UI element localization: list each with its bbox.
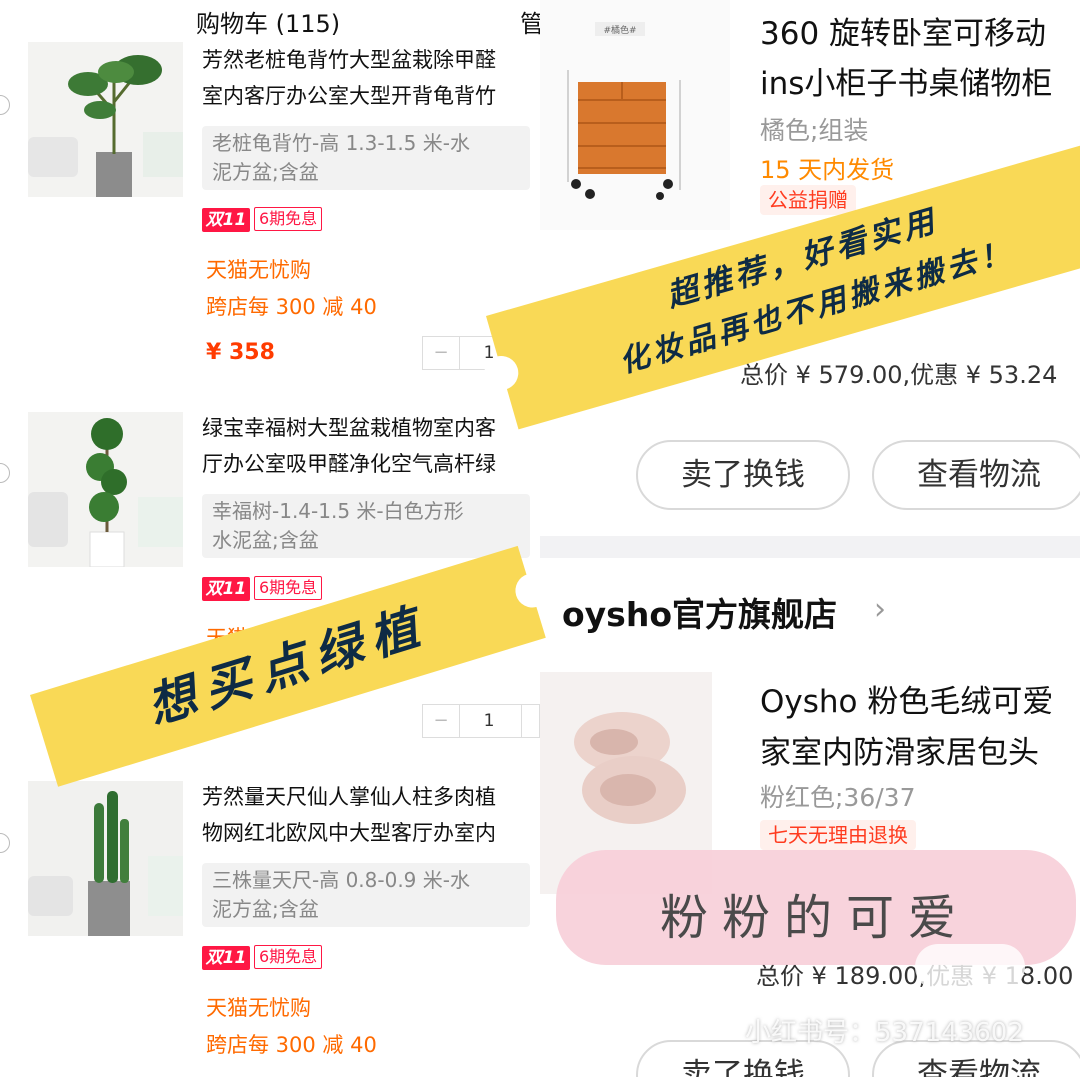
item-title[interactable]: 绿宝幸福树大型盆栽植物室内客 厅办公室吸甲醛净化空气高杆绿 [202, 410, 540, 482]
item-title-line: 绿宝幸福树大型盆栽植物室内客 [202, 416, 496, 440]
watermark: 小红书号：537143602 [745, 1018, 1024, 1048]
select-radio[interactable] [0, 463, 10, 483]
select-radio[interactable] [0, 833, 10, 853]
item-title[interactable]: 芳然老桩龟背竹大型盆栽除甲醛 室内客厅办公室大型开背龟背竹 [202, 42, 540, 114]
product-image-monstera[interactable] [28, 42, 183, 197]
promo-label: 天猫无忧购 [206, 258, 311, 282]
minus-button[interactable]: − [423, 337, 460, 369]
item-price: ¥ 358 [206, 340, 275, 365]
quantity-value[interactable]: 1 [459, 705, 519, 737]
sku-text: 三株量天尺-高 0.8-0.9 米-水 [212, 868, 470, 892]
cart-title: 购物车 (115) [196, 10, 341, 38]
sku-text: 老桩龟背竹-高 1.3-1.5 米-水 [212, 131, 470, 155]
item-title-line: 物网红北欧风中大型客厅办室内 [202, 821, 496, 845]
item-title-line: 室内客厅办公室大型开背龟背竹 [202, 84, 496, 108]
installment-badge: 6期免息 [254, 945, 323, 969]
sell-for-cash-button[interactable]: 卖了换钱 [636, 440, 850, 510]
item-title-line: 厅办公室吸甲醛净化空气高杆绿 [202, 452, 496, 476]
product-image-cactus[interactable] [28, 781, 183, 936]
order-total: 总价 ¥ 579.00,优惠 ¥ 53.24 [740, 361, 1058, 389]
chevron-right-icon[interactable]: › [874, 592, 886, 627]
sku-text: 泥方盆;含盆 [212, 160, 319, 184]
pink-caption: 粉粉的可爱 [659, 890, 970, 946]
order-spec: 粉红色;36/37 [760, 783, 916, 812]
order-title[interactable]: Oysho 粉色毛绒可爱 [760, 676, 1053, 721]
promo-label: 跨店每 300 减 40 [206, 295, 377, 319]
product-image-happy-tree[interactable] [28, 412, 183, 567]
charity-badge: 公益捐赠 [760, 185, 856, 215]
minus-button[interactable]: − [423, 705, 460, 737]
manage-button[interactable]: 管 [520, 4, 540, 39]
quantity-stepper[interactable]: − 1 [422, 704, 540, 738]
installment-badge: 6期免息 [254, 207, 323, 231]
installment-badge: 6期免息 [254, 576, 323, 600]
double11-badge: 双11 [202, 577, 250, 601]
order-title[interactable]: ins小柜子书桌储物柜 [760, 58, 1052, 103]
promo-label: 天猫无忧购 [206, 996, 311, 1020]
product-image-label: #橘色# [603, 24, 636, 36]
double11-badge: 双11 [202, 208, 250, 232]
shop-name[interactable]: oysho官方旗舰店 [562, 588, 837, 636]
promo-label: 跨店每 300 减 40 [206, 1033, 377, 1057]
double11-badge: 双11 [202, 946, 250, 970]
cart-panel: 购物车 (115) 管 芳然老桩龟背竹大型盆栽除甲醛 室内客厅办公室大型开背龟背… [0, 0, 540, 1077]
item-title[interactable]: 芳然量天尺仙人掌仙人柱多肉植 物网红北欧风中大型客厅办室内 [202, 779, 540, 851]
sku-text: 水泥盆;含盆 [212, 528, 319, 552]
product-image-cart-cabinet[interactable]: #橘色# [540, 0, 730, 230]
order-spec: 橘色;组装 [760, 116, 869, 145]
return-policy-badge: 七天无理由退换 [760, 820, 916, 850]
sku-text: 泥方盆;含盆 [212, 897, 319, 921]
sku-selector[interactable]: 幸福树-1.4-1.5 米-白色方形 水泥盆;含盆 [202, 494, 530, 558]
sku-text: 幸福树-1.4-1.5 米-白色方形 [212, 499, 464, 523]
select-radio[interactable] [0, 95, 10, 115]
view-logistics-button[interactable]: 查看物流 [872, 440, 1080, 510]
sku-selector[interactable]: 老桩龟背竹-高 1.3-1.5 米-水 泥方盆;含盆 [202, 126, 530, 190]
plus-button[interactable] [521, 705, 540, 737]
section-divider [540, 536, 1080, 558]
order-title[interactable]: 360 旋转卧室可移动 [760, 8, 1046, 53]
item-title-line: 芳然老桩龟背竹大型盆栽除甲醛 [202, 48, 496, 72]
ship-time: 15 天内发货 [760, 156, 895, 184]
item-title-line: 芳然量天尺仙人掌仙人柱多肉植 [202, 785, 496, 809]
sku-selector[interactable]: 三株量天尺-高 0.8-0.9 米-水 泥方盆;含盆 [202, 863, 530, 927]
order-title[interactable]: 家室内防滑家居包头 [760, 727, 1039, 772]
cart-header: 购物车 (115) 管 [0, 0, 540, 42]
watermark-badge [915, 944, 1025, 990]
